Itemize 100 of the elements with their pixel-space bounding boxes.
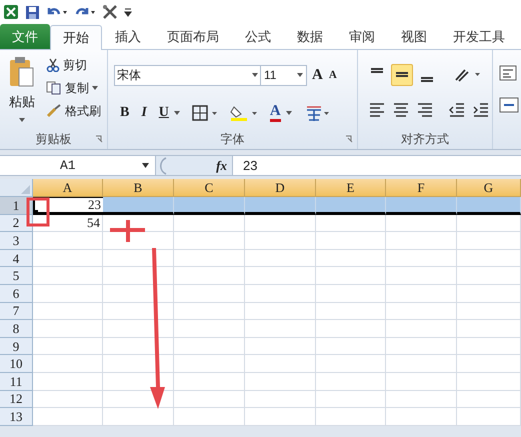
table-cell[interactable] [316, 355, 386, 373]
ribbon-tab[interactable]: 插入 [102, 24, 154, 49]
table-cell[interactable] [316, 320, 386, 338]
ribbon-tab[interactable]: 审阅 [336, 24, 388, 49]
row-header[interactable]: 3 [0, 232, 33, 250]
table-cell[interactable] [457, 338, 521, 356]
table-cell[interactable] [316, 214, 386, 232]
table-cell[interactable] [33, 338, 103, 356]
table-cell[interactable] [316, 284, 386, 303]
table-cell[interactable] [33, 250, 103, 268]
column-header[interactable]: B [103, 179, 174, 197]
table-cell[interactable] [386, 320, 457, 338]
table-cell[interactable] [174, 232, 245, 250]
table-cell[interactable] [386, 408, 457, 426]
row-header[interactable]: 4 [0, 250, 33, 268]
insert-function-button[interactable]: fx [216, 156, 227, 176]
left-align-icon[interactable] [368, 101, 386, 120]
formula-field[interactable]: 23 [233, 156, 521, 175]
table-cell[interactable] [33, 232, 103, 250]
table-cell[interactable] [174, 214, 245, 232]
table-cell[interactable] [457, 408, 521, 426]
table-cell[interactable] [245, 302, 316, 320]
table-cell[interactable] [103, 267, 174, 285]
name-box[interactable]: A1 [0, 156, 155, 175]
shrink-font-button[interactable]: A [328, 66, 337, 84]
table-cell[interactable] [457, 320, 521, 338]
ribbon-tab[interactable]: 视图 [388, 24, 440, 49]
dialog-launcher-icon[interactable] [95, 135, 103, 143]
table-cell[interactable] [386, 232, 457, 250]
table-cell[interactable] [33, 267, 103, 285]
tools-icon[interactable] [102, 4, 118, 20]
table-cell[interactable] [245, 250, 316, 268]
select-all-button[interactable] [0, 179, 33, 197]
table-cell[interactable] [245, 355, 316, 373]
table-cell[interactable] [457, 197, 521, 215]
table-cell[interactable]: 23 [33, 197, 103, 215]
table-cell[interactable] [103, 408, 174, 426]
table-cell[interactable] [316, 250, 386, 268]
row-header[interactable]: 11 [0, 372, 33, 391]
table-cell[interactable] [245, 408, 316, 426]
column-header[interactable]: G [457, 179, 521, 197]
bold-button[interactable]: B [120, 102, 130, 124]
table-cell[interactable] [457, 302, 521, 320]
cut-button[interactable]: 剪切 [46, 56, 101, 74]
customize-caret-icon[interactable] [124, 6, 132, 18]
table-cell[interactable] [33, 284, 103, 303]
table-cell[interactable] [245, 197, 316, 215]
table-cell[interactable] [103, 232, 174, 250]
copy-button[interactable]: 复制 [46, 79, 101, 97]
merge-cells-icon[interactable] [499, 96, 521, 114]
table-cell[interactable] [316, 232, 386, 250]
table-cell[interactable] [174, 408, 245, 426]
table-cell[interactable] [457, 390, 521, 408]
row-header[interactable]: 13 [0, 408, 33, 426]
table-cell[interactable] [386, 267, 457, 285]
table-cell[interactable] [457, 214, 521, 232]
format-painter-button[interactable]: 格式刷 [46, 102, 101, 120]
ribbon-tab[interactable]: 开始 [50, 25, 102, 50]
table-cell[interactable] [245, 390, 316, 408]
table-cell[interactable] [174, 267, 245, 285]
table-cell[interactable] [316, 267, 386, 285]
grow-font-button[interactable]: A [312, 64, 323, 86]
increase-indent-icon[interactable] [472, 101, 490, 120]
caret-icon[interactable] [286, 110, 292, 115]
table-cell[interactable] [457, 267, 521, 285]
table-cell[interactable] [174, 390, 245, 408]
middle-align-button[interactable] [391, 64, 413, 86]
table-cell[interactable] [174, 372, 245, 391]
table-cell[interactable] [386, 214, 457, 232]
ribbon-tab[interactable]: 页面布局 [154, 24, 232, 49]
table-cell[interactable] [457, 355, 521, 373]
table-cell[interactable] [33, 408, 103, 426]
table-cell[interactable] [245, 320, 316, 338]
table-cell[interactable] [33, 372, 103, 391]
table-cell[interactable] [103, 197, 174, 215]
table-cell[interactable] [245, 214, 316, 232]
table-cell[interactable] [316, 302, 386, 320]
row-header[interactable]: 8 [0, 320, 33, 338]
row-header[interactable]: 1 [0, 197, 33, 215]
table-cell[interactable] [174, 320, 245, 338]
table-cell[interactable] [174, 284, 245, 303]
table-cell[interactable] [316, 338, 386, 356]
orientation-icon[interactable] [453, 66, 481, 83]
table-cell[interactable] [457, 250, 521, 268]
table-cell[interactable] [174, 338, 245, 356]
font-name-field[interactable]: 宋体 [114, 64, 261, 86]
ribbon-tab[interactable]: 开发工具 [440, 24, 518, 49]
table-cell[interactable] [386, 372, 457, 391]
table-cell[interactable] [103, 320, 174, 338]
dialog-launcher-icon[interactable] [345, 135, 353, 144]
font-color-button[interactable]: A [270, 104, 281, 122]
table-cell[interactable] [316, 390, 386, 408]
table-cell[interactable] [457, 284, 521, 303]
table-cell[interactable] [245, 284, 316, 303]
table-cell[interactable] [174, 197, 245, 215]
table-cell[interactable] [457, 232, 521, 250]
column-header[interactable]: D [245, 179, 316, 197]
table-cell[interactable] [245, 338, 316, 356]
ribbon-tab[interactable]: 公式 [232, 24, 284, 49]
table-cell[interactable] [386, 390, 457, 408]
